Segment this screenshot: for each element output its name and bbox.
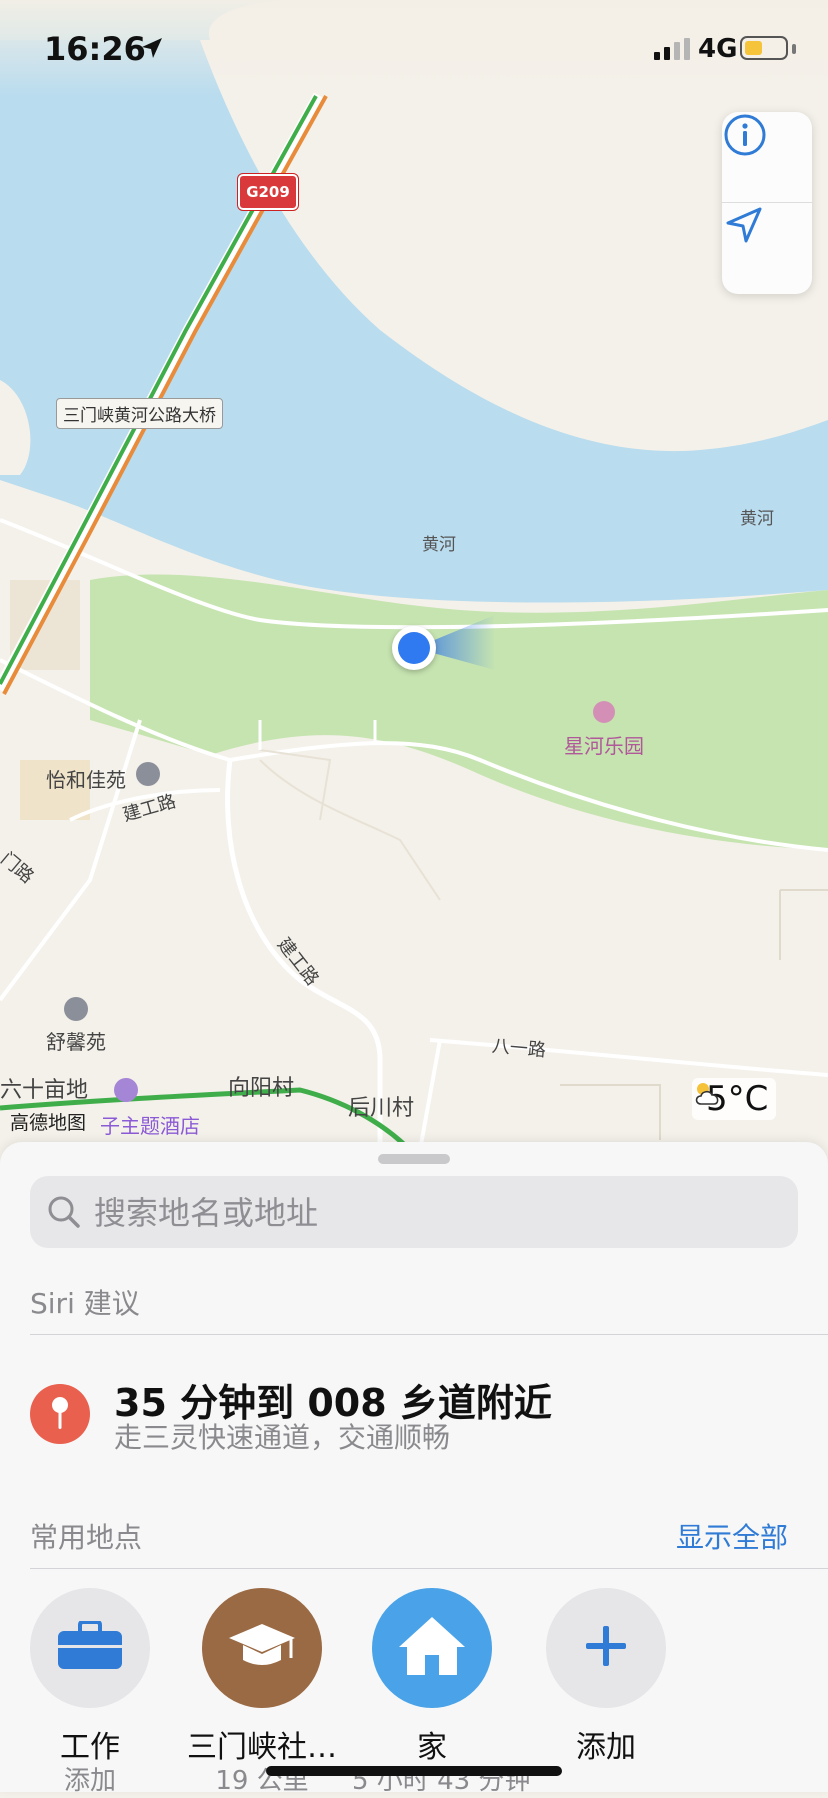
bottom-sheet[interactable]: Siri 建议 35 分钟到 008 乡道附近 走三灵快速通道，交通顺畅 常用地… bbox=[0, 1142, 828, 1796]
map-view[interactable]: G209 三门峡黄河公路大桥 黄河 黄河 星河乐园 怡和佳苑 舒馨苑 六十亩地 … bbox=[0, 0, 828, 1150]
search-bar[interactable] bbox=[30, 1176, 798, 1248]
poi-label[interactable]: 舒馨苑 bbox=[46, 1026, 106, 1055]
favorite-detail: 添加 bbox=[63, 1766, 116, 1796]
park-label[interactable]: 星河乐园 bbox=[564, 730, 644, 759]
highway-shield: G209 bbox=[237, 173, 299, 211]
user-location-dot[interactable] bbox=[392, 626, 436, 670]
favorites-title: 常用地点 bbox=[30, 1521, 143, 1554]
graduation-cap-icon bbox=[227, 1620, 297, 1676]
briefcase-icon bbox=[57, 1620, 123, 1675]
battery-level bbox=[745, 41, 762, 55]
poi-label[interactable]: 六十亩地 bbox=[0, 1072, 88, 1104]
info-button[interactable] bbox=[722, 112, 812, 202]
favorite-icon-circle bbox=[30, 1588, 150, 1708]
search-input[interactable] bbox=[92, 1188, 776, 1238]
house-icon bbox=[397, 1615, 467, 1681]
river-label: 黄河 bbox=[422, 535, 456, 555]
village-label[interactable]: 后川村 bbox=[348, 1090, 414, 1122]
show-all-link[interactable]: 显示全部 bbox=[676, 1516, 788, 1556]
cellular-signal-icon bbox=[654, 38, 692, 64]
poi-label[interactable]: 怡和佳苑 bbox=[46, 764, 126, 793]
favorite-icon-circle bbox=[202, 1588, 322, 1708]
plus-icon bbox=[584, 1624, 628, 1672]
battery-tip bbox=[792, 44, 796, 54]
sheet-grabber[interactable] bbox=[378, 1154, 450, 1164]
map-attribution: 高德地图 bbox=[10, 1112, 87, 1134]
location-services-icon bbox=[140, 36, 164, 64]
status-time: 16:26 bbox=[44, 30, 146, 68]
favorite-icon-circle bbox=[546, 1588, 666, 1708]
divider bbox=[30, 1568, 828, 1569]
user-location-core bbox=[398, 632, 430, 664]
home-indicator[interactable] bbox=[266, 1766, 562, 1776]
locate-me-button[interactable] bbox=[722, 203, 812, 293]
status-bar: 16:26 4G bbox=[0, 0, 828, 96]
favorite-work[interactable]: 工作 添加 bbox=[10, 1588, 170, 1798]
poi-label[interactable]: 子主题酒店 bbox=[100, 1110, 200, 1139]
favorite-name: 添加 bbox=[576, 1730, 636, 1765]
map-canvas[interactable] bbox=[0, 0, 828, 1150]
favorite-icon-circle bbox=[372, 1588, 492, 1708]
bridge-label[interactable]: 三门峡黄河公路大桥 bbox=[56, 398, 223, 429]
road-label: 八一路 bbox=[491, 1035, 547, 1062]
battery-icon bbox=[740, 36, 788, 60]
village-label[interactable]: 向阳村 bbox=[228, 1070, 294, 1102]
map-pin-icon bbox=[30, 1384, 90, 1444]
siri-suggestions-title: Siri 建议 bbox=[30, 1287, 140, 1320]
search-icon bbox=[46, 1194, 82, 1234]
map-controls bbox=[722, 112, 812, 294]
suggestion-subtitle: 走三灵快速通道，交通顺畅 bbox=[114, 1421, 451, 1454]
network-type: 4G bbox=[698, 34, 738, 64]
divider bbox=[30, 1334, 828, 1335]
weather-widget[interactable]: 5°C bbox=[692, 1078, 777, 1120]
river-label: 黄河 bbox=[740, 509, 774, 529]
